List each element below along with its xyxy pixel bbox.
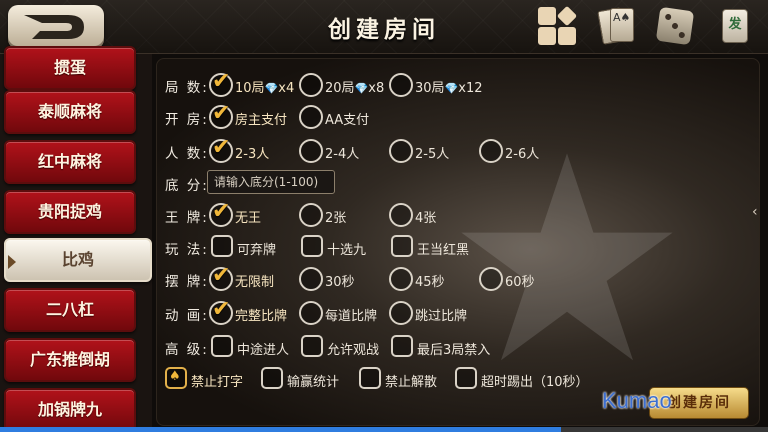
- play-rules-label: 玩 法:: [165, 242, 209, 258]
- rounds-label: 局 数:: [165, 80, 209, 96]
- sidebar-item-label: 泰顺麻将: [37, 102, 102, 121]
- progress-fill: [0, 427, 561, 432]
- grid-menu-icon[interactable]: [536, 5, 578, 47]
- checkmark-icon: ✔: [212, 297, 231, 322]
- dice-icon[interactable]: [654, 5, 698, 47]
- poker-card-icon[interactable]: A♠: [597, 5, 636, 47]
- sidebar-item-guangdong-tuidaohu[interactable]: 广东推倒胡: [4, 338, 136, 382]
- checkmark-icon: ✔: [212, 263, 231, 288]
- room-settings-panel: 局 数: ✔ 10局💎x4 20局💎x8 30局💎x12 开 房: ✔ 房主支付 A…: [156, 58, 760, 426]
- checkmark-icon: ✔: [212, 199, 231, 224]
- sidebar-item-hongzhong-mahjong[interactable]: 红中麻将: [4, 140, 136, 184]
- video-progress-bar[interactable]: [0, 427, 768, 432]
- sidebar-item-jiaguo-paijiu[interactable]: 加锅牌九: [4, 388, 136, 432]
- sidebar-item-erbagang[interactable]: 二八杠: [4, 288, 136, 332]
- checkmark-icon: ✔: [212, 101, 231, 126]
- sidebar-item-label: 掼蛋: [53, 58, 86, 77]
- star-watermark-icon: [461, 153, 673, 361]
- animation-label: 动 画:: [165, 308, 209, 324]
- checkmark-icon: ✔: [212, 69, 231, 94]
- mahjong-tile-icon[interactable]: 发: [718, 5, 752, 47]
- payment-label: 开 房:: [165, 112, 209, 128]
- arrange-label: 摆 牌:: [165, 274, 209, 290]
- back-arrow-icon: [24, 15, 84, 39]
- sidebar-item-biji[interactable]: 比鸡: [4, 238, 152, 282]
- page-title: 创建房间: [328, 16, 440, 43]
- sidebar-item-guandan[interactable]: 掼蛋: [4, 46, 136, 90]
- sidebar-item-label: 贵阳捉鸡: [37, 202, 102, 221]
- base-score-input[interactable]: [207, 170, 335, 194]
- sidebar-item-label: 广东推倒胡: [29, 350, 110, 369]
- diamond-icon: 💎: [264, 82, 279, 95]
- sidebar-item-label: 红中麻将: [37, 152, 102, 171]
- sidebar-item-label: 比鸡: [61, 250, 94, 269]
- sidebar-item-taishun-mahjong[interactable]: 泰顺麻将: [4, 90, 136, 134]
- diamond-icon: 💎: [444, 82, 459, 95]
- sidebar-item-guiyang-zhuoji[interactable]: 贵阳捉鸡: [4, 190, 136, 234]
- diamond-icon: 💎: [354, 82, 369, 95]
- sidebar-item-label: 加锅牌九: [37, 400, 102, 419]
- checkmark-icon: ✔: [212, 135, 231, 160]
- back-button[interactable]: [8, 5, 104, 49]
- game-sidebar: 掼蛋 泰顺麻将 红中麻将 贵阳捉鸡 比鸡 二八杠 广东推倒胡 加锅牌九: [0, 46, 152, 432]
- spade-icon: ♠: [169, 369, 181, 384]
- chevron-left-icon[interactable]: ‹: [752, 204, 758, 220]
- sidebar-item-label: 二八杠: [45, 300, 94, 319]
- wild-card-label: 王 牌:: [165, 210, 209, 226]
- base-score-label: 底 分:: [165, 178, 209, 194]
- advanced-label: 高 级:: [165, 342, 209, 358]
- kumao-watermark: Kumao: [602, 388, 672, 413]
- players-label: 人 数:: [165, 146, 209, 162]
